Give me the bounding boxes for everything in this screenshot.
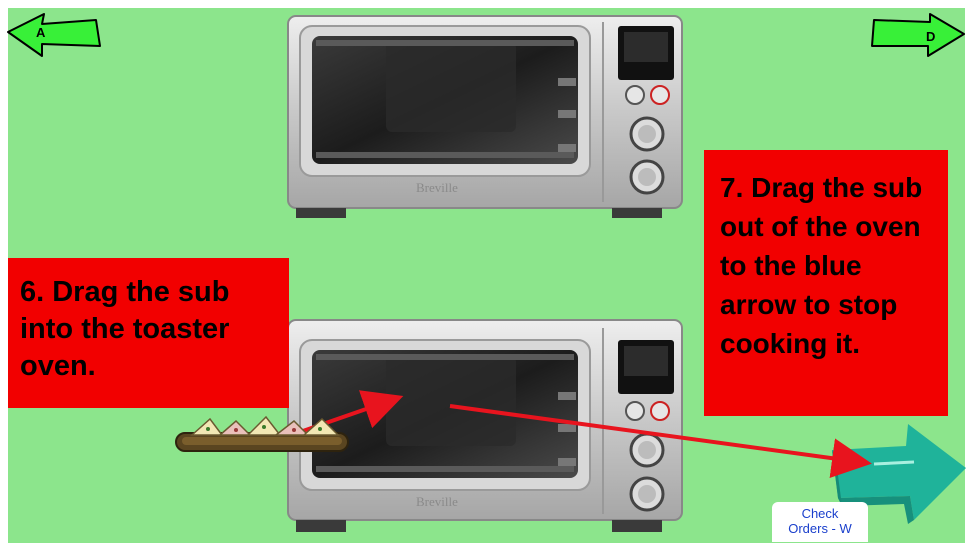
next-arrow-button[interactable]: D: [868, 10, 968, 62]
next-arrow-label: D: [926, 29, 935, 44]
check-orders-line1: Check: [801, 506, 839, 521]
oven-brand-bottom: Breville: [416, 494, 458, 509]
check-orders-button[interactable]: Check Orders - W: [772, 502, 868, 542]
sub-sandwich[interactable]: [172, 415, 352, 457]
prev-arrow-button[interactable]: A: [4, 10, 104, 62]
game-stage: A D Breville Breville 6. Drag the sub in…: [0, 0, 974, 550]
check-orders-line2: Orders - W: [788, 521, 852, 536]
oven-brand-top: Breville: [416, 180, 458, 195]
instruction-step-6: 6. Drag the sub into the toaster oven.: [8, 258, 289, 408]
instruction-step-7: 7. Drag the sub out of the oven to the b…: [704, 150, 948, 416]
left-arrow-icon: A: [7, 13, 101, 57]
prev-arrow-label: A: [36, 25, 46, 40]
toaster-oven-top: Breville: [286, 12, 686, 222]
right-arrow-icon: D: [871, 13, 965, 57]
